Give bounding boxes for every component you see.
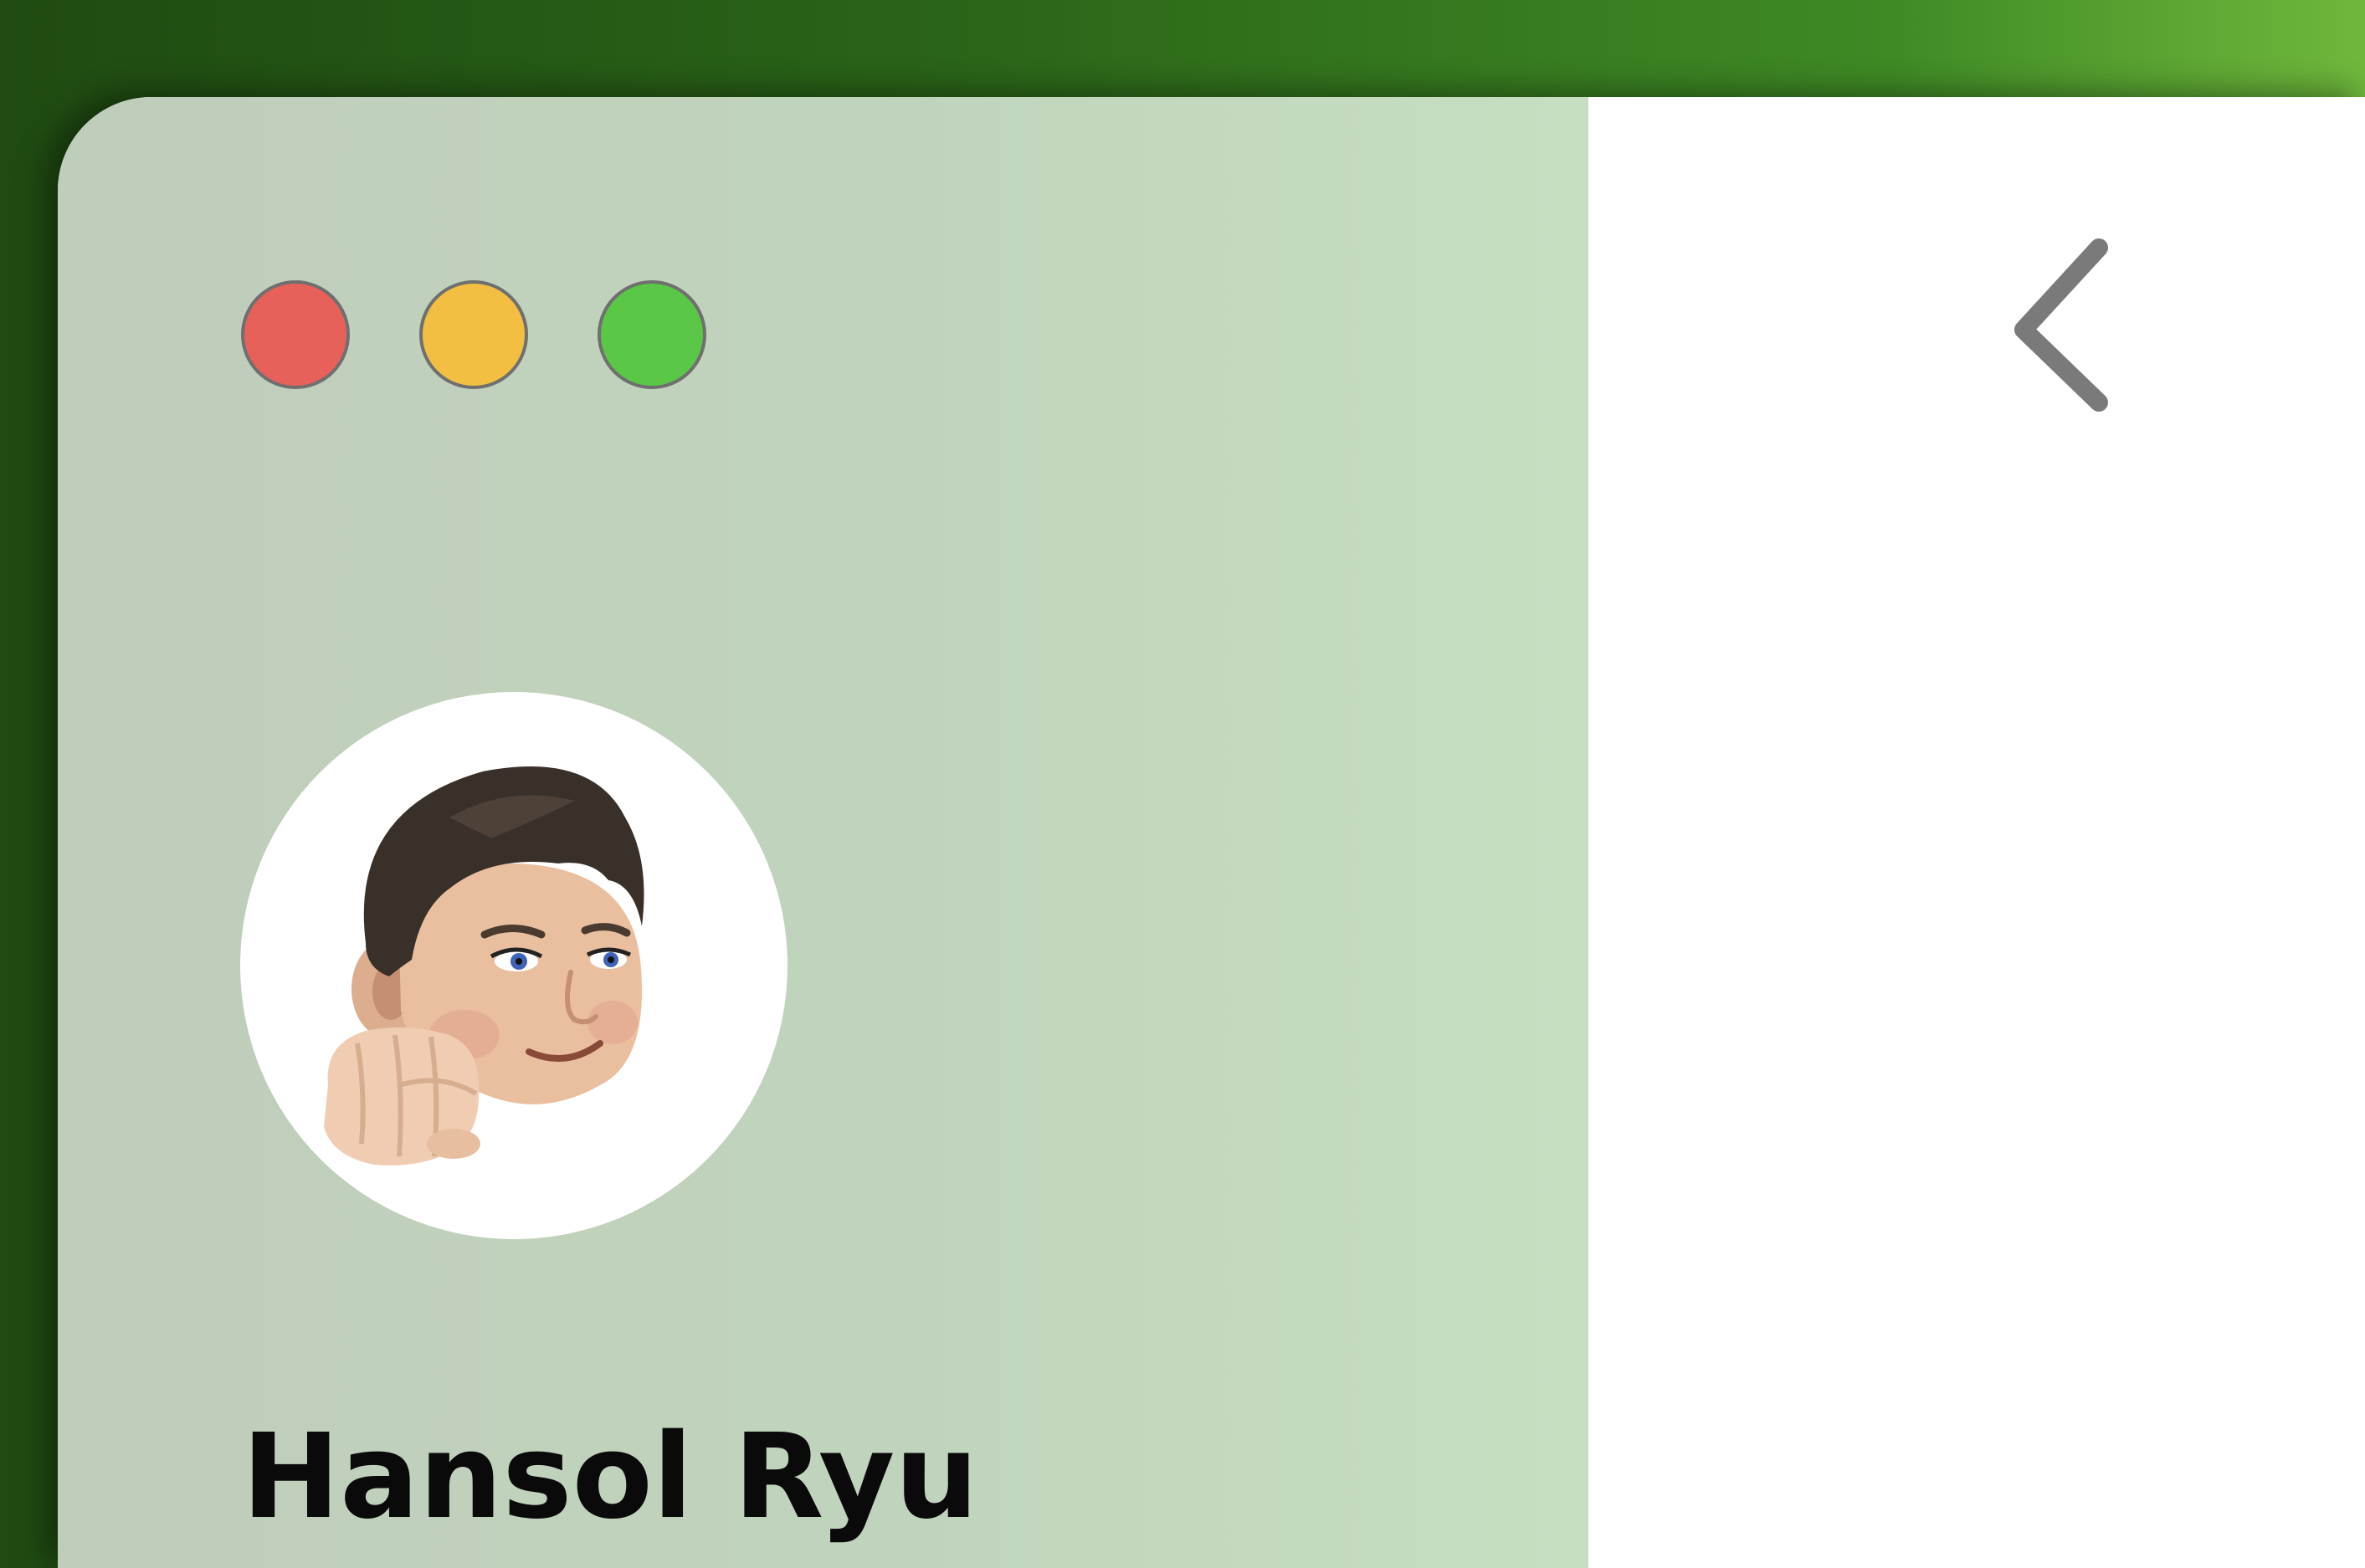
memoji-avatar-icon: [324, 766, 644, 1166]
profile-name: Hansol Ryu: [242, 1409, 978, 1545]
window-zoom-button[interactable]: [598, 280, 706, 389]
sidebar: Hansol Ryu: [58, 97, 1588, 1568]
profile-avatar[interactable]: [240, 692, 787, 1239]
window-minimize-button[interactable]: [419, 280, 528, 389]
window-close-button[interactable]: [241, 280, 350, 389]
back-button[interactable]: [1998, 231, 2116, 415]
chevron-left-icon: [2014, 238, 2108, 412]
content-pane: [1588, 97, 2365, 1568]
